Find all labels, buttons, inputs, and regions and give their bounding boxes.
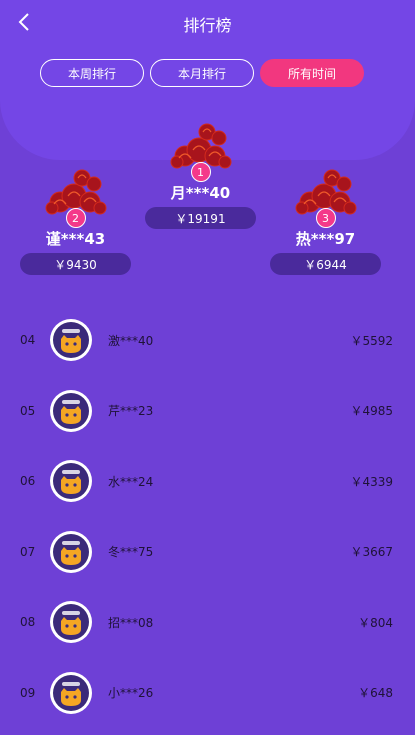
podium-amount: ￥9430: [20, 253, 131, 275]
cat-avatar-icon: [61, 399, 81, 424]
avatar: [50, 601, 92, 644]
rank-number: 06: [20, 474, 36, 489]
podium-amount: ￥6944: [270, 253, 381, 275]
podium-first: 1 月***40 ￥19191: [145, 116, 256, 229]
rank-number: 04: [20, 333, 36, 348]
amount: ￥4339: [350, 474, 393, 489]
podium-amount: ￥19191: [145, 207, 256, 229]
amount: ￥804: [358, 615, 393, 630]
cat-avatar-icon: [61, 470, 81, 495]
tab-weekly[interactable]: 本周排行: [40, 59, 144, 87]
list-item[interactable]: 09 小***26 ￥648: [0, 658, 415, 729]
cat-avatar-icon: [61, 540, 81, 565]
podium-third: 3 热***97 ￥6944: [270, 162, 381, 275]
period-tabs: 本周排行 本月排行 所有时间: [40, 59, 364, 87]
list-item[interactable]: 08 招***08 ￥804: [0, 587, 415, 658]
podium-second: 2 谨***43 ￥9430: [20, 162, 131, 275]
amount: ￥5592: [350, 333, 393, 348]
tab-monthly[interactable]: 本月排行: [150, 59, 254, 87]
avatar: [50, 671, 92, 714]
user-name: 招***08: [108, 615, 154, 630]
rank-badge: 3: [315, 208, 336, 228]
rank-number: 07: [20, 544, 36, 559]
rank-number: 08: [20, 615, 36, 630]
page-title: 排行榜: [183, 16, 232, 35]
avatar: [50, 460, 92, 503]
avatar: [50, 319, 92, 362]
list-item[interactable]: 06 水***24 ￥4339: [0, 446, 415, 517]
user-name: 冬***75: [108, 545, 154, 560]
rank-number: 09: [20, 685, 36, 700]
cloud-icon: 3: [290, 162, 362, 228]
user-name: 芹***23: [108, 404, 154, 419]
cat-avatar-icon: [61, 611, 81, 636]
user-name: 激***40: [108, 333, 154, 348]
user-name: 水***24: [108, 474, 154, 489]
cloud-icon: 1: [165, 116, 237, 182]
list-item[interactable]: 07 冬***75 ￥3667: [0, 517, 415, 588]
podium-name: 热***97: [295, 230, 356, 248]
amount: ￥3667: [350, 545, 393, 560]
cat-avatar-icon: [61, 329, 81, 354]
podium-name: 月***40: [170, 184, 231, 202]
avatar: [50, 530, 92, 573]
amount: ￥648: [358, 686, 393, 701]
amount: ￥4985: [350, 404, 393, 419]
rank-badge: 2: [65, 208, 86, 228]
avatar: [50, 389, 92, 432]
cloud-icon: 2: [40, 162, 112, 228]
ranking-list: 04 激***40 ￥5592 05 芹***23 ￥4985 06 水***2…: [0, 305, 415, 728]
list-item[interactable]: 05 芹***23 ￥4985: [0, 376, 415, 447]
user-name: 小***26: [108, 686, 154, 701]
list-item[interactable]: 04 激***40 ￥5592: [0, 305, 415, 376]
rank-number: 05: [20, 403, 36, 418]
podium-name: 谨***43: [45, 230, 106, 248]
rank-badge: 1: [190, 162, 211, 182]
cat-avatar-icon: [61, 681, 81, 706]
tab-all-time[interactable]: 所有时间: [260, 59, 364, 87]
